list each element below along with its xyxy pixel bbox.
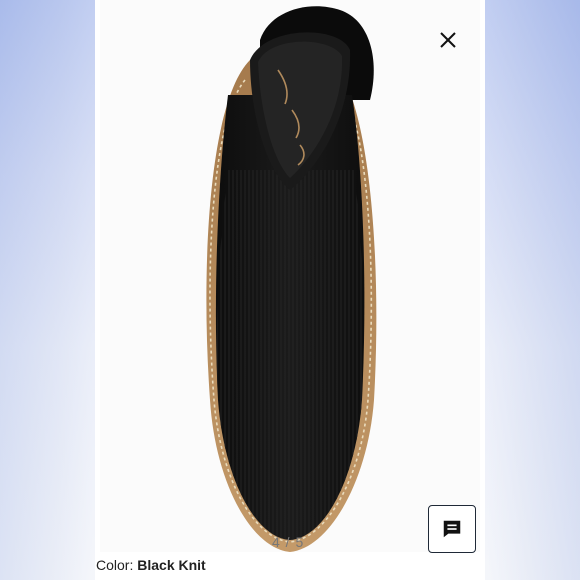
image-counter: 4 / 5: [272, 534, 305, 550]
chat-button[interactable]: [428, 505, 476, 553]
knit-ribbing: [216, 170, 364, 540]
color-info: Color: Black Knit: [96, 557, 206, 573]
product-image[interactable]: [100, 0, 480, 552]
close-icon: [440, 32, 456, 48]
shoe-illustration: [206, 6, 377, 552]
background-blur-right: [485, 0, 580, 580]
close-button[interactable]: [436, 28, 460, 52]
color-value: Black Knit: [137, 557, 206, 573]
color-label: Color:: [96, 557, 134, 573]
chat-icon: [443, 520, 461, 538]
background-blur-left: [0, 0, 95, 580]
